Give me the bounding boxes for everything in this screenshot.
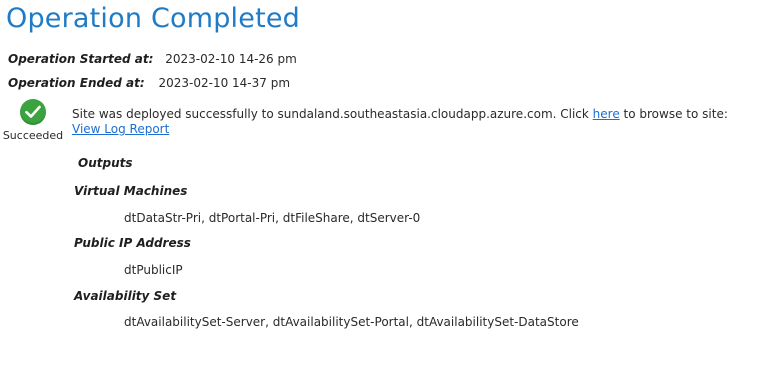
status-label: Succeeded	[2, 129, 64, 142]
status-block: Succeeded	[0, 98, 66, 143]
outputs-heading: Outputs	[78, 156, 133, 170]
view-log-report-link[interactable]: View Log Report	[72, 122, 169, 137]
browse-site-link[interactable]: here	[593, 107, 620, 121]
virtual-machines-value: dtDataStr-Pri, dtPortal-Pri, dtFileShare…	[124, 211, 421, 225]
availability-set-value: dtAvailabilitySet-Server, dtAvailability…	[124, 315, 579, 329]
message-prefix: Site was deployed successfully to sundal…	[72, 107, 593, 121]
operation-ended-label: Operation Ended at:	[8, 76, 145, 90]
availability-set-heading: Availability Set	[74, 289, 177, 303]
message-suffix: to browse to site:	[619, 107, 728, 121]
page-title: Operation Completed	[6, 3, 301, 34]
virtual-machines-heading: Virtual Machines	[74, 184, 188, 198]
public-ip-address-value: dtPublicIP	[124, 263, 183, 277]
deployment-message: Site was deployed successfully to sundal…	[72, 107, 728, 122]
operation-ended-row: Operation Ended at: 2023-02-10 14-37 pm	[8, 75, 290, 91]
operation-ended-value: 2023-02-10 14-37 pm	[158, 76, 291, 90]
operation-started-row: Operation Started at: 2023-02-10 14-26 p…	[8, 51, 297, 67]
public-ip-address-heading: Public IP Address	[74, 236, 191, 250]
operation-started-value: 2023-02-10 14-26 pm	[165, 52, 297, 66]
checkmark-circle-icon	[20, 99, 46, 125]
operation-started-label: Operation Started at:	[8, 52, 154, 66]
